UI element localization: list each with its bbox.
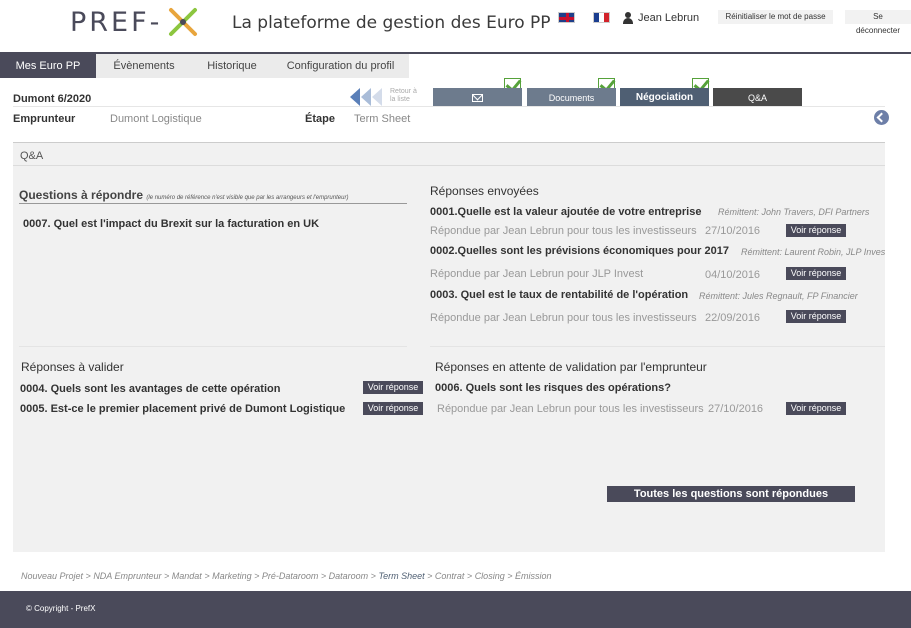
flag-fr-icon[interactable]: [593, 12, 610, 23]
sent-remitters: Rémittent: Laurent Robin, JLP Invest: [741, 247, 885, 257]
breadcrumb-separator: >: [504, 571, 515, 581]
section-underline: [19, 203, 407, 204]
view-answer-button[interactable]: Voir réponse: [786, 310, 846, 323]
sent-date: 27/10/2016: [705, 225, 761, 237]
tab-historique[interactable]: Historique: [192, 54, 272, 78]
pending-validation-title: Réponses en attente de validation par l'…: [435, 360, 707, 374]
sent-date: 22/09/2016: [705, 312, 761, 324]
step-email-tab[interactable]: [433, 88, 522, 106]
divider: [19, 346, 407, 347]
prefx-logo[interactable]: PREF-: [70, 6, 198, 38]
user-icon: [623, 12, 633, 24]
tab-evenements[interactable]: Évènements: [96, 54, 192, 78]
user-name[interactable]: Jean Lebrun: [638, 12, 699, 24]
back-to-list-label: Retour à la liste: [390, 88, 417, 103]
flag-uk-icon[interactable]: [558, 12, 575, 23]
deal-name: Dumont 6/2020: [13, 93, 92, 105]
back-circle-icon[interactable]: [874, 110, 889, 125]
questions-to-answer-title: Questions à répondre (le numéro de référ…: [19, 188, 348, 202]
breadcrumb-step[interactable]: Pré-Dataroom: [262, 571, 319, 581]
view-answer-button[interactable]: Voir réponse: [786, 224, 846, 237]
breadcrumb-separator: >: [161, 571, 172, 581]
qa-panel: Q&A Questions à répondre (le numéro de r…: [13, 142, 885, 552]
logo-x-icon: [168, 7, 198, 37]
pending-answered-by: Répondue par Jean Lebrun pour tous les i…: [437, 403, 704, 415]
reset-password-button[interactable]: Réinitialiser le mot de passe: [718, 10, 833, 24]
breadcrumb-step[interactable]: Term Sheet: [378, 571, 424, 581]
step-qa-tab[interactable]: Q&A: [713, 88, 802, 106]
panel-title: Q&A: [20, 150, 44, 162]
validate-question[interactable]: 0005. Est-ce le premier placement privé …: [20, 403, 356, 415]
all-answered-button[interactable]: Toutes les questions sont répondues: [607, 486, 855, 502]
tab-mes-euro-pp[interactable]: Mes Euro PP: [0, 54, 96, 78]
sent-remitters: Rémittent: John Travers, DFI Partners: [718, 207, 870, 217]
breadcrumb-separator: >: [368, 571, 379, 581]
breadcrumb-separator: >: [464, 571, 475, 581]
panel-title-bar: Q&A: [13, 142, 885, 166]
breadcrumb-separator: >: [251, 571, 262, 581]
reference-note: (le numéro de référence n'est visible qu…: [146, 195, 349, 201]
process-breadcrumb: Nouveau Projet > NDA Emprunteur > Mandat…: [21, 571, 551, 581]
breadcrumb-step[interactable]: Marketing: [212, 571, 252, 581]
app-root: PREF- La plateforme de gestion des Euro …: [0, 0, 911, 628]
breadcrumb-step[interactable]: NDA Emprunteur: [93, 571, 161, 581]
logo-text: PREF-: [70, 6, 163, 38]
tab-configuration-profil[interactable]: Configuration du profil: [272, 54, 409, 78]
pending-question[interactable]: 0006. Quels sont les risques des opérati…: [435, 382, 735, 394]
question-item[interactable]: 0007. Quel est l'impact du Brexit sur la…: [23, 218, 403, 230]
view-answer-button[interactable]: Voir réponse: [786, 267, 846, 280]
main-nav: Mes Euro PP Évènements Historique Config…: [0, 54, 409, 78]
sent-answered-by: Répondue par Jean Lebrun pour tous les i…: [430, 225, 697, 237]
breadcrumb-step[interactable]: Émission: [515, 571, 552, 581]
back-arrows-icon: [350, 88, 383, 106]
breadcrumb-separator: >: [424, 571, 435, 581]
stage-label: Étape: [305, 113, 335, 125]
view-answer-button[interactable]: Voir réponse: [786, 402, 846, 415]
sent-answered-by: Répondue par Jean Lebrun pour JLP Invest: [430, 268, 644, 280]
step-negotiation-tab[interactable]: Négociation Terms: [620, 88, 709, 123]
app-title: La plateforme de gestion des Euro PP: [232, 13, 551, 33]
logout-button[interactable]: Se déconnecter: [845, 10, 911, 35]
divider: [13, 106, 885, 107]
borrower-value: Dumont Logistique: [110, 113, 202, 125]
sent-answered-by: Répondue par Jean Lebrun pour tous les i…: [430, 312, 697, 324]
breadcrumb-step[interactable]: Contrat: [435, 571, 465, 581]
view-answer-button[interactable]: Voir réponse: [363, 381, 423, 394]
pending-date: 27/10/2016: [708, 403, 764, 415]
validate-question[interactable]: 0004. Quels sont les avantages de cette …: [20, 383, 288, 395]
divider: [430, 346, 885, 347]
sent-remitters: Rémittent: Jules Regnault, FP Financier: [699, 291, 858, 301]
breadcrumb-step[interactable]: Closing: [475, 571, 505, 581]
sent-date: 04/10/2016: [705, 269, 761, 281]
breadcrumb-separator: >: [83, 571, 94, 581]
borrower-label: Emprunteur: [13, 113, 76, 125]
breadcrumb-step[interactable]: Dataroom: [329, 571, 369, 581]
questions-to-answer-title-text: Questions à répondre: [19, 188, 144, 202]
view-answer-button[interactable]: Voir réponse: [363, 402, 423, 415]
sent-question[interactable]: 0003. Quel est le taux de rentabilité de…: [430, 289, 699, 301]
sent-question[interactable]: 0002.Quelles sont les prévisions économi…: [430, 245, 741, 257]
breadcrumb-step[interactable]: Nouveau Projet: [21, 571, 83, 581]
answers-to-validate-title: Réponses à valider: [21, 360, 124, 374]
answers-sent-title: Réponses envoyées: [430, 184, 539, 198]
copyright-text: © Copyright - PrefX: [26, 604, 96, 613]
footer: © Copyright - PrefX: [0, 591, 911, 628]
breadcrumb-separator: >: [201, 571, 213, 581]
breadcrumb-separator: >: [318, 571, 329, 581]
back-to-list-link[interactable]: Retour à la liste: [350, 88, 424, 106]
step-documents-tab[interactable]: Documents: [527, 88, 616, 106]
envelope-icon: [472, 93, 483, 102]
sent-question[interactable]: 0001.Quelle est la valeur ajoutée de vot…: [430, 206, 707, 218]
stage-value: Term Sheet: [354, 113, 411, 125]
breadcrumb-step[interactable]: Mandat: [172, 571, 202, 581]
